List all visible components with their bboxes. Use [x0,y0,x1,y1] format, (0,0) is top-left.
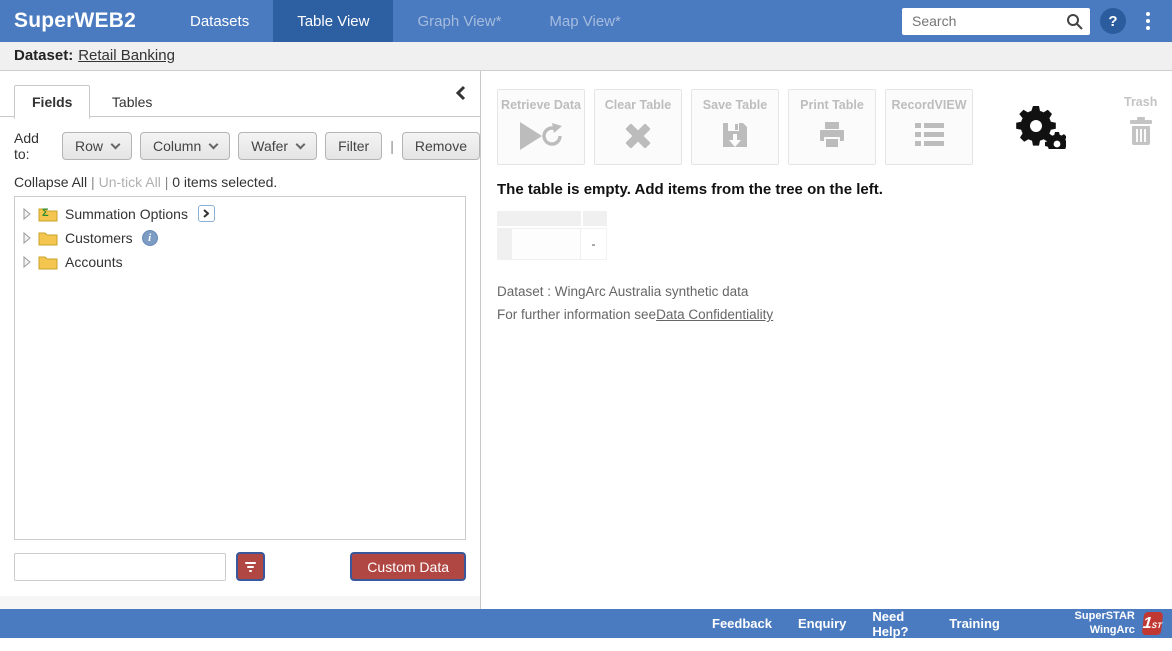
table-stub-cell [497,228,512,260]
help-icon[interactable]: ? [1100,8,1126,34]
filter-icon [245,562,256,564]
clear-x-icon [623,121,653,151]
info-icon[interactable]: i [142,230,158,246]
superstar-logo: 1ST [1142,612,1164,635]
tree-actions-row: Collapse All | Un-tick All | 0 items sel… [14,174,480,190]
tree-item-label: Accounts [65,254,123,270]
add-to-label: Add to: [14,130,54,162]
save-icon [721,121,749,149]
dataset-link[interactable]: Retail Banking [78,47,175,64]
footer-link-need-help[interactable]: Need Help? [872,609,923,639]
footer-link-feedback[interactable]: Feedback [712,616,772,631]
save-table-button[interactable]: Save Table [691,89,779,165]
table-body-cell [512,228,581,260]
footer: Feedback Enquiry Need Help? Training Pow… [0,609,1172,638]
summation-folder-icon: Σ [38,206,58,222]
recordview-button[interactable]: RecordVIEW [885,89,973,165]
print-table-button[interactable]: Print Table [788,89,876,165]
search-icon[interactable] [1066,13,1083,30]
nav-search [902,8,1090,35]
tree-search-row: Custom Data [14,552,466,582]
play-refresh-icon [518,121,564,151]
clear-table-button[interactable]: Clear Table [594,89,682,165]
expander-icon[interactable] [23,232,31,244]
trash-icon [1129,117,1153,145]
record-list-icon [914,121,944,149]
folder-icon [38,230,58,246]
add-to-row: Add to: Row Column Wafer Filter | Remove [14,130,480,162]
expander-icon[interactable] [23,256,31,268]
kebab-menu-icon[interactable] [1142,8,1154,34]
table-value-cell: - [581,228,607,260]
tree-filter-button[interactable] [236,552,265,581]
table-header-cell [583,211,607,226]
tree-item-label: Customers [65,230,133,246]
untick-all-link[interactable]: Un-tick All [99,174,161,190]
tree-item-summation-options[interactable]: Σ Summation Options [15,201,465,226]
table-header-cell [497,211,581,226]
nav-item-table-view[interactable]: Table View [273,0,393,42]
panel-bottom-strip [0,596,480,609]
field-tree: Σ Summation Options Customers i [14,196,466,540]
remove-button[interactable]: Remove [402,132,480,160]
chevron-down-icon [111,139,121,149]
filter-button[interactable]: Filter [325,132,382,160]
footer-link-enquiry[interactable]: Enquiry [798,616,846,631]
chevron-down-icon [296,139,306,149]
confidentiality-line: For further information seeData Confiden… [497,307,1172,322]
collapse-panel-icon[interactable] [455,85,466,101]
app-logo: SuperWEB2 [14,9,136,33]
table-options-button[interactable] [1016,103,1062,149]
tree-search-input[interactable] [14,553,226,581]
empty-table-message: The table is empty. Add items from the t… [497,181,1172,198]
tree-item-accounts[interactable]: Accounts [15,250,465,274]
wafer-dropdown[interactable]: Wafer [238,132,317,160]
gears-icon [1016,103,1066,149]
data-confidentiality-link[interactable]: Data Confidentiality [656,307,773,322]
nav-item-datasets[interactable]: Datasets [166,0,273,42]
expander-icon[interactable] [23,208,31,220]
footer-link-training[interactable]: Training [949,616,1000,631]
custom-data-button[interactable]: Custom Data [350,552,466,581]
retrieve-data-button[interactable]: Retrieve Data [497,89,585,165]
collapse-all-link[interactable]: Collapse All [14,174,87,190]
chevron-down-icon [209,139,219,149]
dataset-bar: Dataset: Retail Banking [0,42,1172,71]
trash-dropzone[interactable]: Trash [1124,95,1157,145]
tree-item-customers[interactable]: Customers i [15,226,465,250]
row-dropdown[interactable]: Row [62,132,132,160]
nav-item-graph-view[interactable]: Graph View* [393,0,525,42]
powered-by-text: Powered by SuperSTAR WingArc Australia [1046,596,1135,651]
tree-item-label: Summation Options [65,206,188,222]
tab-tables[interactable]: Tables [95,86,169,118]
dataset-label: Dataset: [14,47,73,64]
field-panel: Fields Tables Add to: Row Column Wafer F… [0,71,481,609]
nav-item-map-view[interactable]: Map View* [525,0,644,42]
top-nav: SuperWEB2 Datasets Table View Graph View… [0,0,1172,42]
printer-icon [818,121,846,149]
folder-icon [38,254,58,270]
table-toolbar: Retrieve Data Clear Table Save Table [497,89,1172,165]
items-selected-text: 0 items selected. [172,174,277,190]
search-input[interactable] [902,8,1090,35]
add-item-arrow-button[interactable] [198,205,215,222]
panel-tabs: Fields Tables [0,71,480,117]
dataset-source-text: Dataset : WingArc Australia synthetic da… [497,284,1172,299]
empty-table-preview: - [497,211,609,260]
content-area: Fields Tables Add to: Row Column Wafer F… [0,71,1172,609]
column-dropdown[interactable]: Column [140,132,230,160]
table-panel: Retrieve Data Clear Table Save Table [482,71,1172,609]
separator: | [390,138,394,154]
tab-fields[interactable]: Fields [14,85,90,119]
